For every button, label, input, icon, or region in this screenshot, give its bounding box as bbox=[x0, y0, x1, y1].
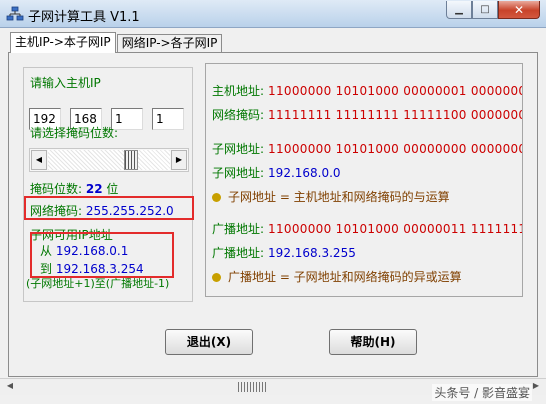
exit-button[interactable]: 退出(X) bbox=[165, 329, 253, 355]
arrow-left-icon: ◀ bbox=[35, 155, 43, 164]
broadcast-bits-key: 广播地址: bbox=[212, 222, 265, 236]
broadcast-ip-key: 广播地址: bbox=[212, 246, 265, 260]
netmask-row: 网络掩码: 11111111 11111111 11111100 00000000 bbox=[212, 106, 523, 123]
mask-bits-select-label: 请选择掩码位数: bbox=[30, 126, 119, 140]
broadcast-bits: 11000000 10101000 00000011 11111111 bbox=[268, 222, 523, 236]
subnet-bits: 11000000 10101000 00000000 00000000 bbox=[268, 142, 523, 156]
slider-right-arrow[interactable]: ▶ bbox=[171, 150, 187, 170]
netmask-display: 网络掩码: 255.255.252.0 bbox=[30, 202, 174, 219]
host-ip-label: 请输入主机IP bbox=[30, 76, 101, 90]
ip-octet-4[interactable]: 1 bbox=[152, 108, 184, 130]
results-panel: 主机地址: 11000000 10101000 00000001 00000001… bbox=[205, 63, 523, 297]
title-bar: 子网计算工具 V1.1 ▁ □ ✕ bbox=[0, 0, 546, 28]
arrow-right-icon: ▶ bbox=[175, 155, 183, 164]
range-from: 从 192.168.0.1 bbox=[40, 242, 128, 259]
broadcast-bits-row: 广播地址: 11000000 10101000 00000011 11111111 bbox=[212, 220, 523, 237]
window-title: 子网计算工具 V1.1 bbox=[28, 10, 140, 25]
window-controls: ▁ □ ✕ bbox=[446, 1, 540, 21]
broadcast-note: 广播地址 = 子网地址和网络掩码的异或运算 bbox=[212, 268, 462, 285]
range-from-label: 从 bbox=[40, 244, 53, 258]
input-group: 请输入主机IP 192 168 1 1 请选择掩码位数: ◀ ▶ 掩码位数: 2… bbox=[23, 67, 193, 302]
mask-bits-unit: 位 bbox=[106, 182, 119, 196]
range-from-value: 192.168.0.1 bbox=[55, 244, 129, 258]
bullet-dot-icon bbox=[212, 193, 221, 202]
mask-bits-display: 掩码位数: 22 位 bbox=[30, 180, 118, 197]
netmask-bits: 11111111 11111111 11111100 00000000 bbox=[268, 108, 523, 122]
mask-bits-value: 22 bbox=[85, 182, 103, 196]
range-note: (子网地址+1)至(广播地址-1) bbox=[26, 277, 170, 290]
netmask-value: 255.255.252.0 bbox=[85, 204, 174, 218]
maximize-button[interactable]: □ bbox=[472, 1, 498, 19]
broadcast-note-text: 广播地址 = 子网地址和网络掩码的异或运算 bbox=[228, 270, 462, 284]
subnet-ip-row: 子网地址: 192.168.0.0 bbox=[212, 164, 341, 181]
host-address-row: 主机地址: 11000000 10101000 00000001 00000001 bbox=[212, 82, 523, 99]
scroll-thumb[interactable] bbox=[238, 382, 268, 392]
slider-track[interactable] bbox=[48, 150, 170, 170]
netmask-row-key: 网络掩码: bbox=[212, 108, 265, 122]
minimize-button[interactable]: ▁ bbox=[446, 1, 472, 19]
range-to-label: 到 bbox=[40, 262, 53, 276]
help-button[interactable]: 帮助(H) bbox=[329, 329, 417, 355]
slider-left-arrow[interactable]: ◀ bbox=[31, 150, 47, 170]
broadcast-ip-row: 广播地址: 192.168.3.255 bbox=[212, 244, 356, 261]
range-to-value: 192.168.3.254 bbox=[55, 262, 144, 276]
netmask-label: 网络掩码: bbox=[30, 204, 83, 218]
host-address-key: 主机地址: bbox=[212, 84, 265, 98]
mask-bits-text: 掩码位数: bbox=[30, 182, 83, 196]
subnet-bits-key: 子网地址: bbox=[212, 142, 265, 156]
subnet-note: 子网地址 = 主机地址和网络掩码的与运算 bbox=[212, 188, 450, 205]
slider-thumb[interactable] bbox=[123, 150, 138, 170]
subnet-ip-key: 子网地址: bbox=[212, 166, 265, 180]
maximize-icon: □ bbox=[480, 4, 490, 15]
subnet-bits-row: 子网地址: 11000000 10101000 00000000 00000000 bbox=[212, 140, 523, 157]
close-icon: ✕ bbox=[513, 2, 525, 17]
broadcast-ip-value: 192.168.3.255 bbox=[268, 246, 356, 260]
subnet-note-text: 子网地址 = 主机地址和网络掩码的与运算 bbox=[228, 190, 450, 204]
app-network-icon bbox=[6, 6, 24, 21]
range-title: 子网可用IP地址 bbox=[30, 228, 113, 242]
host-address-bits: 11000000 10101000 00000001 00000001 bbox=[268, 84, 523, 98]
tab-strip: 主机IP->本子网IP 网络IP->各子网IP bbox=[10, 32, 223, 53]
watermark-text: 头条号 / 影音盛宴 bbox=[432, 384, 532, 401]
scroll-left-icon[interactable]: ◀ bbox=[4, 381, 16, 390]
minimize-icon: ▁ bbox=[455, 4, 463, 15]
tab-panel: 请输入主机IP 192 168 1 1 请选择掩码位数: ◀ ▶ 掩码位数: 2… bbox=[8, 52, 538, 377]
tab-host-to-subnet[interactable]: 主机IP->本子网IP bbox=[10, 32, 116, 53]
close-button[interactable]: ✕ bbox=[498, 1, 540, 19]
subnet-ip-value: 192.168.0.0 bbox=[268, 166, 341, 180]
mask-bits-slider[interactable]: ◀ ▶ bbox=[29, 148, 189, 172]
tab-network-to-subnets[interactable]: 网络IP->各子网IP bbox=[116, 34, 223, 52]
bullet-dot-icon bbox=[212, 273, 221, 282]
